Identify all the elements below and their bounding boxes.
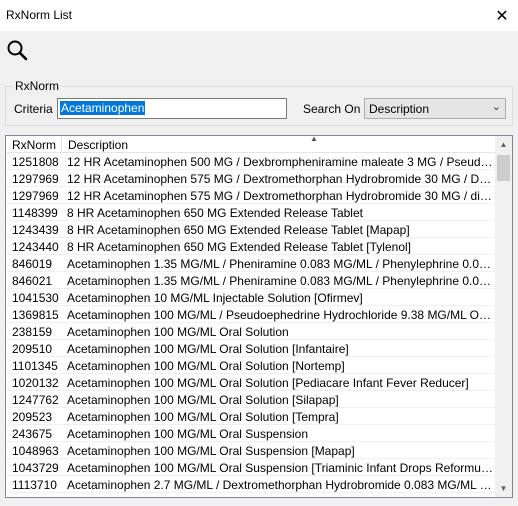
toolbar: [0, 31, 518, 73]
description-cell: Acetaminophen 100 MG/ML Oral Suspension: [67, 427, 309, 441]
title-bar: RxNorm List ✕: [0, 0, 518, 31]
scroll-down-icon[interactable]: ▼: [495, 480, 512, 497]
rxnorm-cell: 1041530: [12, 291, 59, 305]
description-cell: Acetaminophen 100 MG/ML Oral Solution [I…: [67, 342, 349, 356]
rxnorm-cell: 1020132: [12, 376, 59, 390]
table-row[interactable]: 1113710 Acetaminophen 2.7 MG/ML / Dextrom…: [6, 476, 496, 493]
table-row[interactable]: 1243439 8 HR Acetaminophen 650 MG Extende…: [6, 221, 496, 238]
rxnorm-cell: 238159: [12, 325, 53, 339]
column-header-description[interactable]: Description ▲: [62, 136, 496, 153]
description-cell: Acetaminophen 100 MG/ML Oral Solution [N…: [67, 359, 345, 373]
description-cell: Acetaminophen 100 MG/ML Oral Suspension …: [67, 461, 493, 475]
description-cell: Acetaminophen 100 MG/ML / Pseudoephedrin…: [67, 308, 493, 322]
description-cell: Acetaminophen 100 MG/ML Oral Solution [S…: [67, 393, 339, 407]
table-row[interactable]: 1297969 12 HR Acetaminophen 575 MG / Dext…: [6, 187, 496, 204]
column-header-rxnorm[interactable]: RxNorm: [6, 136, 62, 153]
description-cell: Acetaminophen 100 MG/ML Oral Suspension …: [67, 444, 355, 458]
search-icon: [7, 40, 28, 61]
rxnorm-cell: 1243440: [12, 240, 59, 254]
rxnorm-cell: 1369815: [12, 308, 59, 322]
table-row[interactable]: 238159 Acetaminophen 100 MG/ML Oral Solut…: [6, 323, 496, 340]
grid-header: RxNorm Description ▲: [6, 136, 512, 153]
table-row[interactable]: 1297969 12 HR Acetaminophen 575 MG / Dext…: [6, 170, 496, 187]
close-icon: ✕: [495, 7, 509, 25]
description-cell: 8 HR Acetaminophen 650 MG Extended Relea…: [67, 223, 410, 237]
table-row[interactable]: 209510 Acetaminophen 100 MG/ML Oral Solut…: [6, 340, 496, 357]
close-button[interactable]: ✕: [486, 0, 518, 31]
window-title: RxNorm List: [6, 8, 73, 22]
description-cell: Acetaminophen 100 MG/ML Oral Solution: [67, 325, 289, 339]
table-row[interactable]: 846019 Acetaminophen 1.35 MG/ML / Phenira…: [6, 255, 496, 272]
rxnorm-cell: 1148399: [12, 206, 58, 220]
table-row[interactable]: 209523 Acetaminophen 100 MG/ML Oral Solut…: [6, 408, 496, 425]
search-button[interactable]: [2, 33, 32, 67]
table-row[interactable]: 846021 Acetaminophen 1.35 MG/ML / Phenira…: [6, 272, 496, 289]
description-cell: 12 HR Acetaminophen 575 MG / Dextrometho…: [67, 189, 493, 203]
description-cell: Acetaminophen 10 MG/ML Injectable Soluti…: [67, 291, 363, 305]
chevron-down-icon: ⌄: [491, 101, 501, 113]
description-cell: Acetaminophen 1.35 MG/ML / Pheniramine 0…: [67, 274, 493, 288]
sort-ascending-icon: ▲: [310, 135, 318, 143]
rxnorm-cell: 1113710: [12, 478, 57, 492]
table-row[interactable]: 1247762 Acetaminophen 100 MG/ML Oral Solu…: [6, 391, 496, 408]
table-row[interactable]: 1041530 Acetaminophen 10 MG/ML Injectable…: [6, 289, 496, 306]
description-cell: 12 HR Acetaminophen 500 MG / Dexbromphen…: [67, 155, 493, 169]
description-cell: Acetaminophen 100 MG/ML Oral Solution [P…: [67, 376, 469, 390]
description-cell: Acetaminophen 2.7 MG/ML / Dextromethorph…: [67, 478, 493, 492]
rxnorm-cell: 846021: [12, 274, 53, 288]
group-legend: RxNorm: [13, 79, 61, 93]
scroll-up-icon[interactable]: ▲: [495, 136, 512, 153]
column-header-description-label: Description: [68, 138, 129, 152]
table-row[interactable]: 1369815 Acetaminophen 100 MG/ML / Pseudoe…: [6, 306, 496, 323]
rxnorm-grid: RxNorm Description ▲ 1251808 12 HR Acetam…: [5, 135, 513, 498]
table-row[interactable]: 1243440 8 HR Acetaminophen 650 MG Extende…: [6, 238, 496, 255]
table-row[interactable]: 1251808 12 HR Acetaminophen 500 MG / Dexb…: [6, 153, 496, 170]
search-on-select[interactable]: Description ⌄: [364, 98, 506, 119]
search-on-value: Description: [369, 102, 430, 116]
search-on-label: Search On: [303, 102, 361, 116]
table-row[interactable]: 1020132 Acetaminophen 100 MG/ML Oral Solu…: [6, 374, 496, 391]
description-cell: Acetaminophen 100 MG/ML Oral Solution [T…: [67, 410, 339, 424]
vertical-scrollbar[interactable]: ▲ ▼: [495, 136, 512, 497]
criteria-input[interactable]: Acetaminophen: [57, 98, 287, 119]
rxnorm-cell: 1247762: [12, 393, 59, 407]
description-cell: 8 HR Acetaminophen 650 MG Extended Relea…: [67, 240, 411, 254]
table-row[interactable]: 243675 Acetaminophen 100 MG/ML Oral Suspe…: [6, 425, 496, 442]
rxnorm-cell: 1243439: [12, 223, 59, 237]
rxnorm-cell: 209510: [12, 342, 53, 356]
table-row[interactable]: 1101345 Acetaminophen 100 MG/ML Oral Solu…: [6, 357, 496, 374]
criteria-label: Criteria: [14, 102, 53, 116]
rxnorm-cell: 209523: [12, 410, 53, 424]
rxnorm-cell: 1043729: [12, 461, 59, 475]
rxnorm-cell: 1048963: [12, 444, 59, 458]
rxnorm-groupbox: RxNorm Criteria Acetaminophen Search On …: [5, 79, 513, 126]
description-cell: Acetaminophen 1.35 MG/ML / Pheniramine 0…: [67, 257, 493, 271]
description-cell: 8 HR Acetaminophen 650 MG Extended Relea…: [67, 206, 363, 220]
rxnorm-cell: 1297969: [12, 189, 59, 203]
criteria-value: Acetaminophen: [60, 101, 146, 115]
rxnorm-cell: 846019: [12, 257, 53, 271]
table-row[interactable]: 1048963 Acetaminophen 100 MG/ML Oral Susp…: [6, 442, 496, 459]
table-row[interactable]: 1148399 8 HR Acetaminophen 650 MG Extende…: [6, 204, 496, 221]
rxnorm-cell: 243675: [12, 427, 53, 441]
grid-rows: 1251808 12 HR Acetaminophen 500 MG / Dexb…: [6, 153, 496, 493]
rxnorm-cell: 1251808: [12, 155, 59, 169]
table-row[interactable]: 1043729 Acetaminophen 100 MG/ML Oral Susp…: [6, 459, 496, 476]
rxnorm-cell: 1101345: [12, 359, 58, 373]
scrollbar-thumb[interactable]: [497, 155, 510, 181]
description-cell: 12 HR Acetaminophen 575 MG / Dextrometho…: [67, 172, 493, 186]
rxnorm-cell: 1297969: [12, 172, 59, 186]
